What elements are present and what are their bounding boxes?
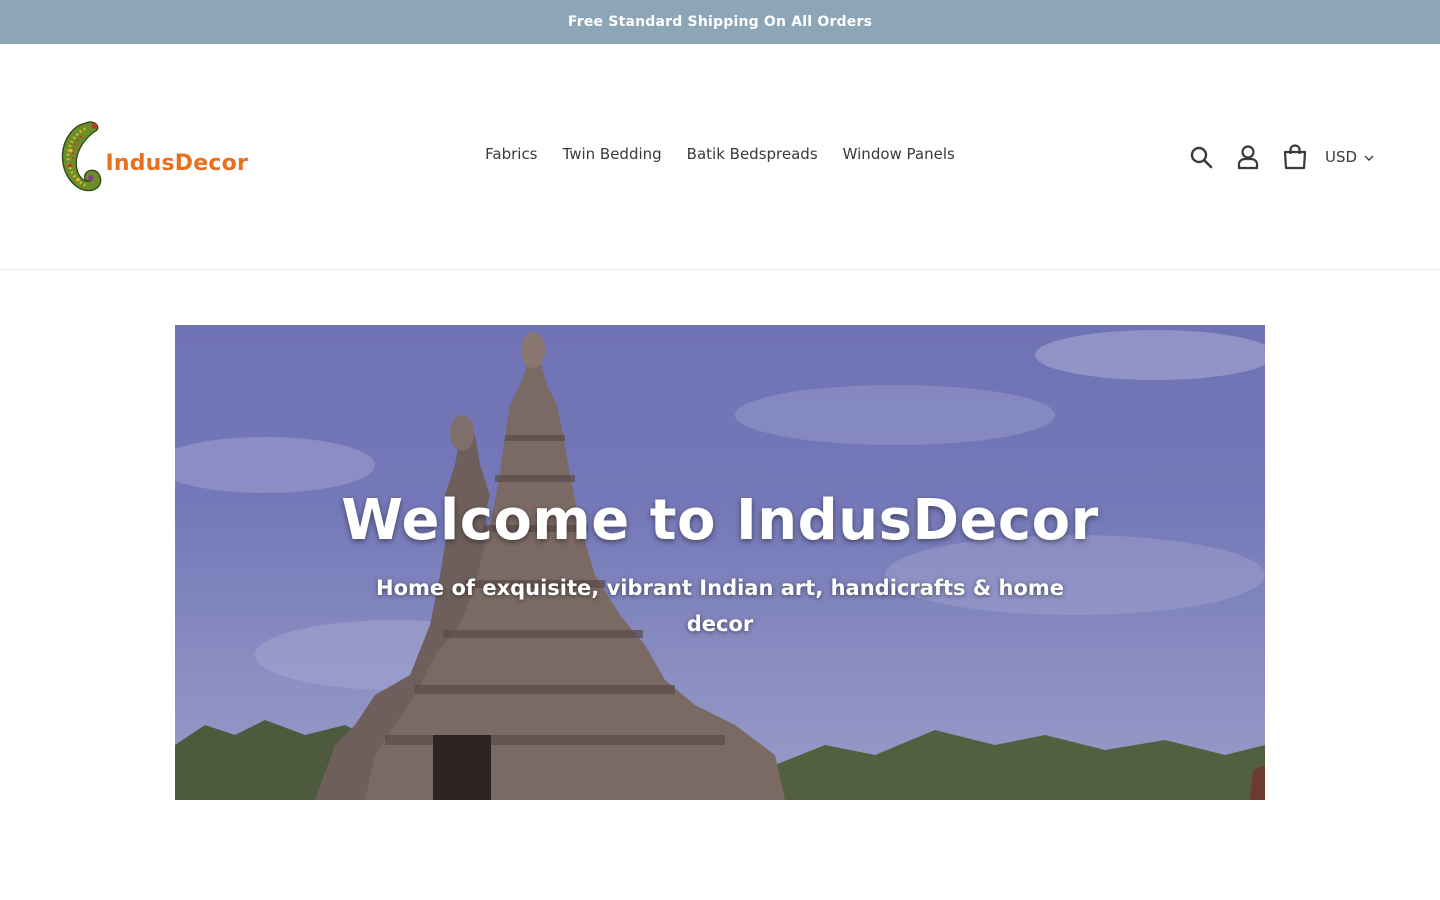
announcement-bar: Free Standard Shipping On All Orders [0,0,1440,44]
hero-subtitle: Home of exquisite, vibrant Indian art, h… [376,576,1064,636]
site-header: IndusDecor Fabrics Twin Bedding Batik Be… [0,44,1440,270]
cart-icon [1283,144,1307,170]
hero-banner: Welcome to IndusDecor Home of exquisite,… [175,325,1265,800]
chevron-down-icon [1364,148,1374,166]
hero-title: Welcome to IndusDecor [341,488,1099,553]
search-button[interactable] [1186,142,1216,172]
temple-scene-image [175,330,1265,800]
announcement-text: Free Standard Shipping On All Orders [567,14,873,30]
header-icons: USD [1186,140,1374,174]
nav-link-twin-bedding[interactable]: Twin Bedding [550,145,674,163]
nav-link-fabrics[interactable]: Fabrics [473,145,550,163]
nav-link-window-panels[interactable]: Window Panels [830,145,967,163]
currency-value: USD [1325,148,1358,166]
account-icon [1237,145,1259,170]
search-icon [1190,146,1213,169]
nav-link-batik-bedspreads[interactable]: Batik Bedspreads [674,145,830,163]
account-button[interactable] [1233,142,1263,172]
currency-selector[interactable]: USD [1325,148,1374,166]
cart-button[interactable] [1280,142,1310,172]
